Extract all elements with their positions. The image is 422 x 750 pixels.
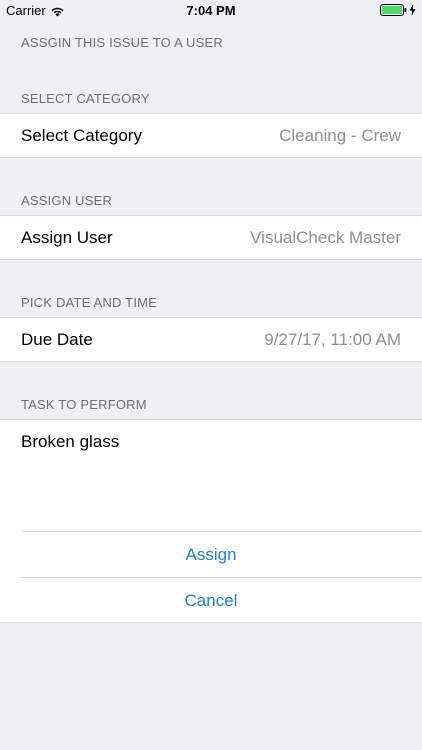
user-section-header: ASSIGN USER [21, 193, 113, 208]
assign-user-row[interactable]: Assign User VisualCheck Master [0, 215, 422, 260]
task-block: Broken glass Assign Cancel [0, 419, 422, 623]
due-date-value: 9/27/17, 11:00 AM [264, 330, 401, 349]
select-category-row[interactable]: Select Category Cleaning - Crew [0, 113, 422, 158]
assign-user-label: Assign User [21, 228, 113, 247]
assign-user-value: VisualCheck Master [250, 228, 401, 247]
battery-icon [380, 4, 407, 16]
charging-bolt-icon [409, 4, 416, 16]
select-category-value: Cleaning - Crew [279, 126, 401, 145]
select-category-label: Select Category [21, 126, 142, 145]
date-section-header: PICK DATE AND TIME [21, 295, 158, 310]
status-bar: Carrier 7:04 PM [0, 0, 422, 22]
cancel-button[interactable]: Cancel [0, 578, 422, 624]
page-header: ASSGIN THIS ISSUE TO A USER [21, 35, 223, 50]
assign-button[interactable]: Assign [0, 532, 422, 578]
due-date-row[interactable]: Due Date 9/27/17, 11:00 AM [0, 317, 422, 362]
task-section-header: TASK TO PERFORM [21, 397, 147, 412]
clock: 7:04 PM [186, 3, 236, 18]
category-section-header: SELECT CATEGORY [21, 91, 150, 106]
due-date-label: Due Date [21, 330, 93, 349]
status-right [380, 4, 416, 16]
task-text-area[interactable]: Broken glass [21, 432, 401, 528]
